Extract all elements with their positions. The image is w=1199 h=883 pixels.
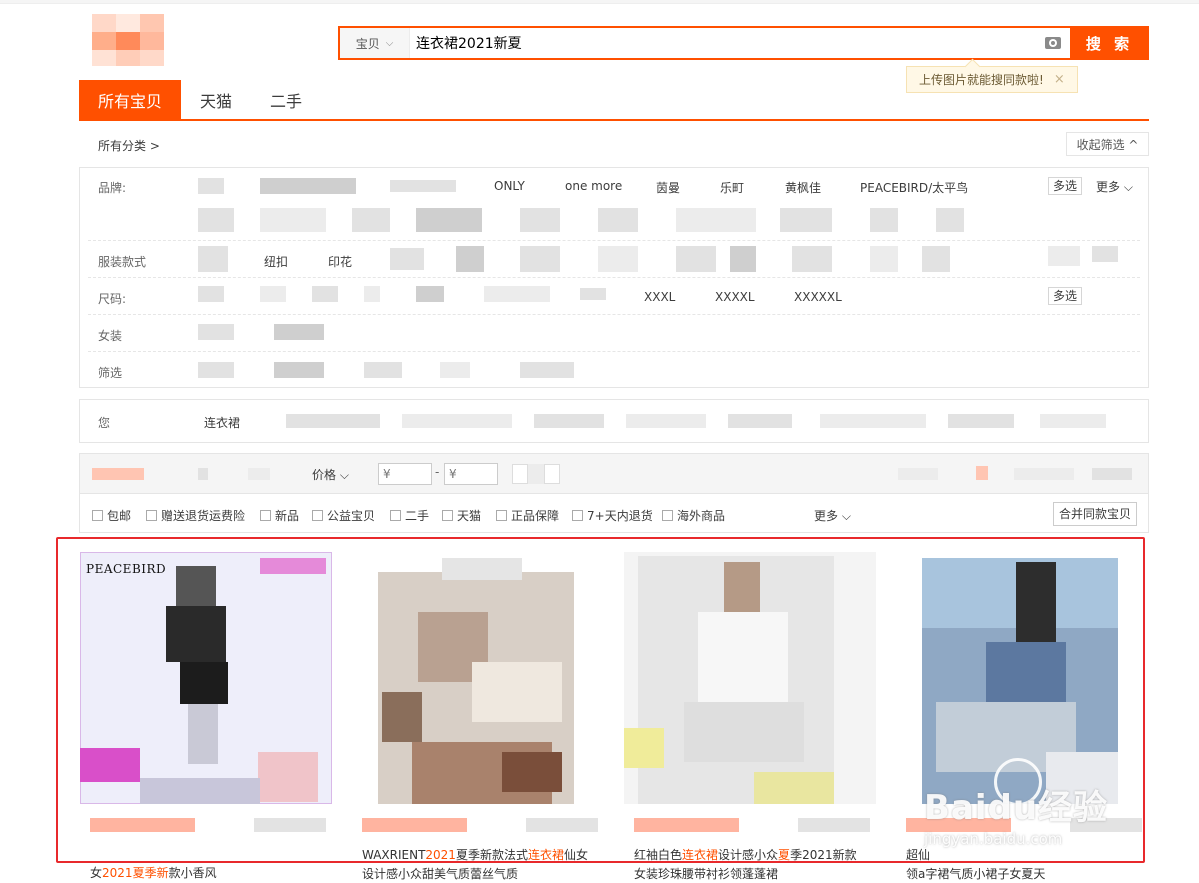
title-highlight: 新: [156, 866, 169, 880]
filter-row-women: [88, 315, 1140, 352]
tab-all-items[interactable]: 所有宝贝: [79, 80, 182, 119]
quick-filter-bar: 包邮 赠送退货运费险 新品 公益宝贝 二手 天猫 正品保障 7+天内退货 海外商…: [79, 493, 1149, 533]
filter-label-women: 女装: [98, 329, 123, 343]
checks-more-link[interactable]: 更多 ⌵: [814, 507, 851, 524]
brand-more-link[interactable]: 更多 ⌵: [1096, 178, 1133, 195]
checkbox[interactable]: [572, 510, 583, 521]
check-label: 赠送退货运费险: [161, 509, 246, 523]
search-scope-select[interactable]: 宝贝 ⌵: [340, 28, 410, 58]
chevron-down-icon: ⌵: [385, 37, 394, 49]
related-searches: 您 连衣裙: [79, 399, 1149, 443]
filter-label-screen: 筛选: [98, 366, 123, 380]
filter-panel: 品牌: ONLY one more 茵曼 乐町 黄枫佳 PEACEBIRD/太平…: [79, 167, 1149, 388]
tab-second-hand[interactable]: 二手: [251, 80, 321, 119]
search-input[interactable]: [410, 28, 1036, 58]
checkbox[interactable]: [390, 510, 401, 521]
check-label: 天猫: [457, 509, 482, 523]
check-label: 公益宝贝: [327, 509, 376, 523]
product-title[interactable]: 女2021夏季新款小香风: [90, 864, 330, 883]
price-max-input[interactable]: [444, 463, 498, 485]
check-return-insurance[interactable]: 赠送退货运费险: [146, 507, 245, 524]
checks-more-label: 更多: [814, 509, 839, 523]
title-part: 女: [90, 866, 103, 880]
check-charity[interactable]: 公益宝贝: [312, 507, 375, 524]
filter-label-style: 服装款式: [98, 255, 147, 269]
title-highlight: 夏季: [132, 866, 157, 880]
brand-leting[interactable]: 乐町: [720, 179, 744, 196]
brand-more-label: 更多: [1096, 180, 1121, 194]
brand-peacebird[interactable]: PEACEBIRD/太平鸟: [860, 179, 968, 196]
title-part: 款小香风: [168, 866, 217, 880]
sort-bar: 价格 ⌵ -: [79, 453, 1149, 493]
site-logo[interactable]: [92, 14, 170, 66]
title-part: 设计感小众甜美气质蕾丝气质: [362, 867, 519, 881]
title-highlight: 2021: [102, 866, 133, 880]
search-bar: 宝贝 ⌵ 搜 索: [338, 26, 1149, 60]
check-7day-return[interactable]: 7+天内退货: [572, 507, 653, 524]
brand-inman[interactable]: 茵曼: [656, 179, 680, 196]
check-label: 新品: [275, 509, 300, 523]
check-overseas[interactable]: 海外商品: [662, 507, 725, 524]
check-free-shipping[interactable]: 包邮: [92, 507, 131, 524]
watermark-logo-text: Baidu经验: [924, 788, 1109, 828]
camera-icon[interactable]: [1036, 28, 1070, 58]
checkbox[interactable]: [662, 510, 673, 521]
check-genuine[interactable]: 正品保障: [496, 507, 559, 524]
size-xxxl[interactable]: XXXL: [644, 290, 675, 304]
tab-tmall[interactable]: 天猫: [181, 80, 251, 119]
brand-multi-select-button[interactable]: 多选: [1048, 177, 1083, 195]
filter-row-size: [88, 278, 1140, 315]
brand-only[interactable]: ONLY: [494, 179, 525, 193]
check-label: 二手: [405, 509, 430, 523]
checkbox[interactable]: [442, 510, 453, 521]
related-label: 您: [98, 416, 111, 430]
top-strip: [0, 0, 1199, 4]
checkbox[interactable]: [92, 510, 103, 521]
checkbox[interactable]: [260, 510, 271, 521]
search-scope-label: 宝贝: [355, 36, 380, 51]
baidu-jingyan-watermark: Baidu经验 jingyan.baidu.com: [924, 748, 1154, 848]
related-query[interactable]: 连衣裙: [204, 414, 240, 431]
watermark-url: jingyan.baidu.com: [924, 830, 1063, 848]
sort-price[interactable]: 价格 ⌵: [312, 466, 349, 483]
title-part: 女装珍珠腰带衬衫领蓬蓬裙: [634, 867, 779, 881]
size-xxxxl[interactable]: XXXXL: [715, 290, 755, 304]
brand-huangfengjia[interactable]: 黄枫佳: [785, 179, 821, 196]
checkbox[interactable]: [312, 510, 323, 521]
style-buttons[interactable]: 纽扣: [264, 253, 288, 270]
brand-one-more[interactable]: one more: [565, 179, 622, 193]
check-label: 包邮: [107, 509, 132, 523]
style-print[interactable]: 印花: [328, 253, 352, 270]
filter-label-size: 尺码:: [98, 292, 127, 306]
size-xxxxxl[interactable]: XXXXXL: [794, 290, 842, 304]
check-tmall[interactable]: 天猫: [442, 507, 481, 524]
check-label: 正品保障: [511, 509, 560, 523]
checkbox[interactable]: [496, 510, 507, 521]
check-label: 7+天内退货: [587, 509, 653, 523]
filter-label-brand: 品牌:: [98, 181, 127, 195]
checkbox[interactable]: [146, 510, 157, 521]
search-button[interactable]: 搜 索: [1070, 26, 1149, 60]
collapse-filters-button[interactable]: 收起筛选 ^: [1066, 132, 1149, 156]
title-part: 领a字裙气质小裙子女夏天: [906, 867, 1046, 881]
check-new[interactable]: 新品: [260, 507, 299, 524]
price-min-input[interactable]: [378, 463, 432, 485]
size-multi-select-button[interactable]: 多选: [1048, 287, 1083, 305]
breadcrumb[interactable]: 所有分类 >: [98, 137, 160, 154]
search-tabs: 所有宝贝 天猫 二手: [79, 80, 1149, 121]
price-range-dash: -: [435, 465, 440, 479]
check-second-hand[interactable]: 二手: [390, 507, 429, 524]
check-label: 海外商品: [677, 509, 726, 523]
merge-same-items-button[interactable]: 合并同款宝贝: [1053, 502, 1138, 526]
sort-price-label: 价格: [312, 468, 337, 482]
